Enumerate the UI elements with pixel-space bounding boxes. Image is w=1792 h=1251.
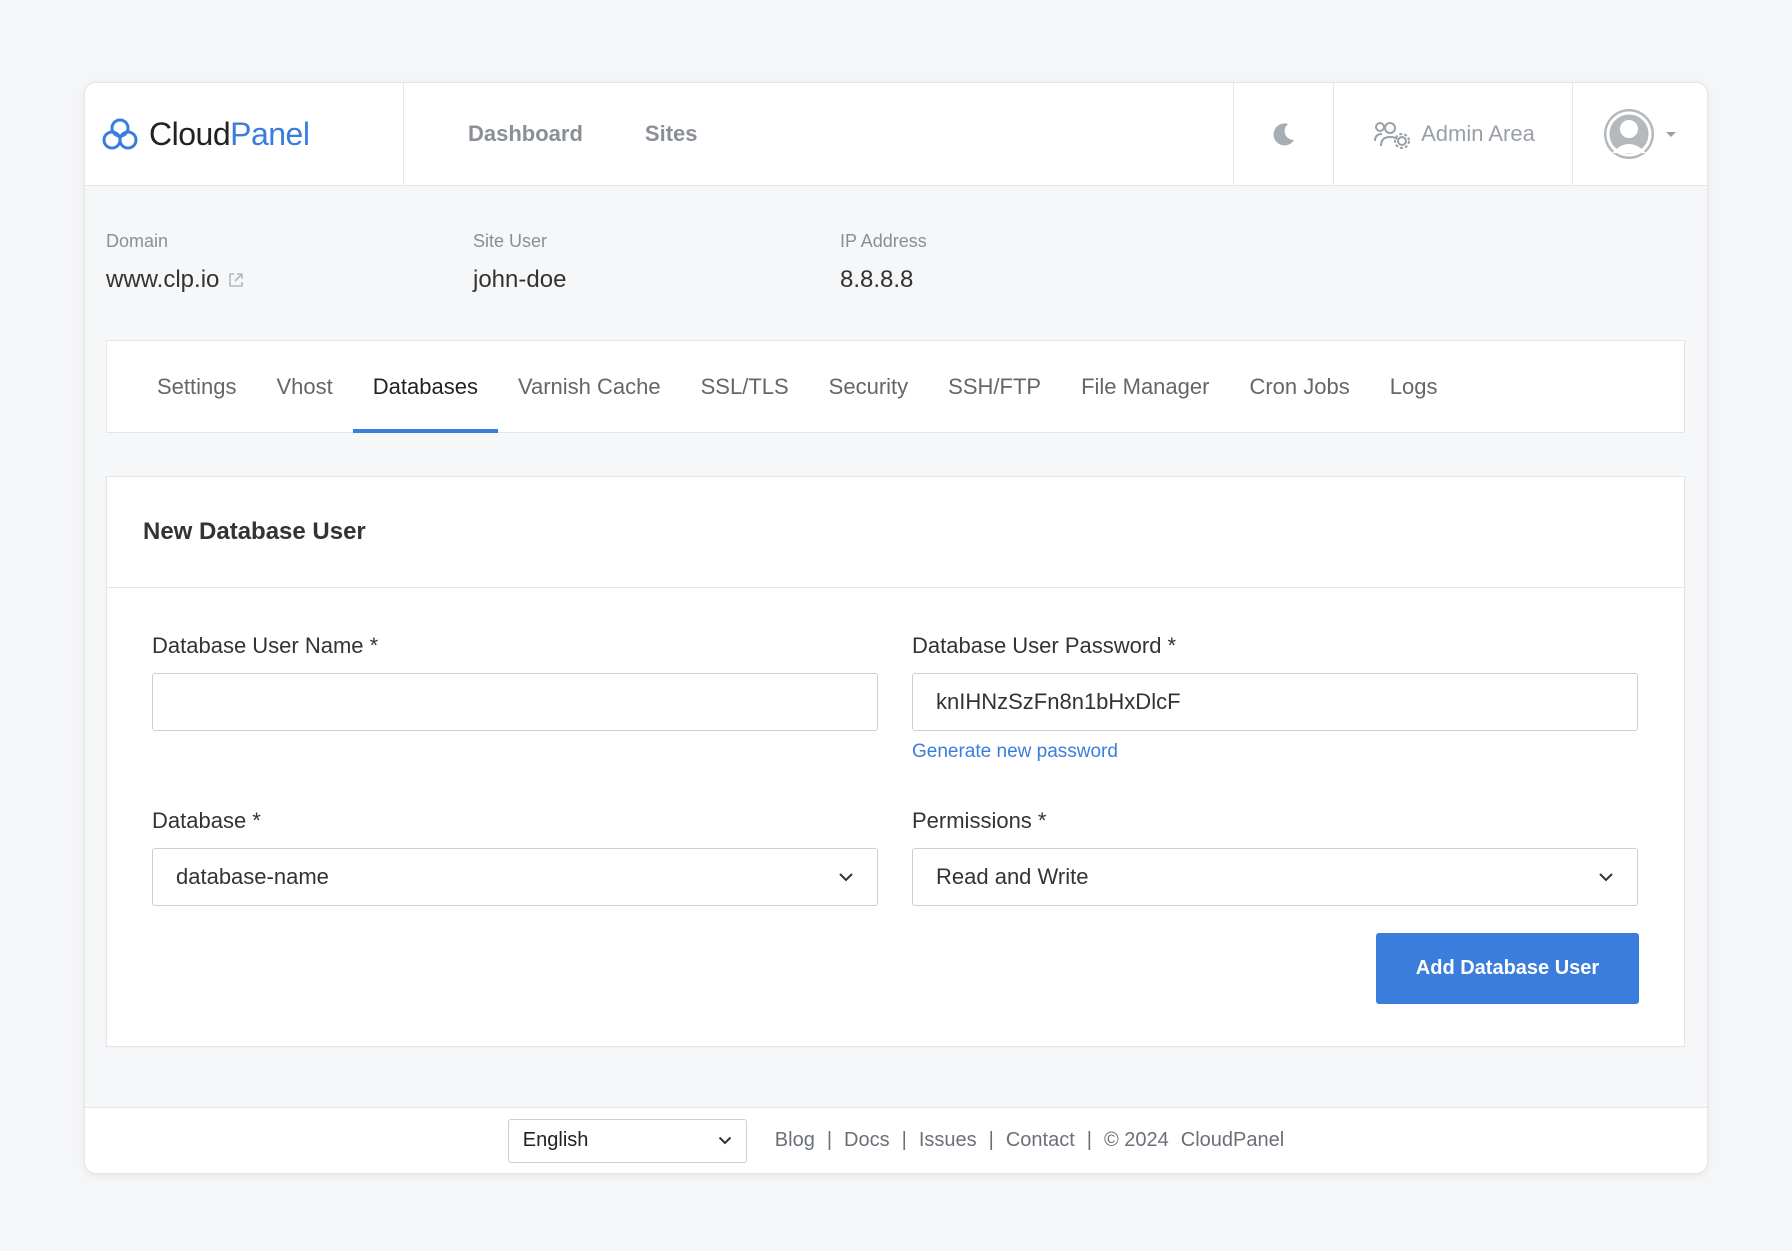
domain-info: Domain www.clp.io (106, 231, 473, 294)
footer-links: Blog | Docs | Issues | Contact | © 2024 … (775, 1129, 1284, 1152)
ip-value: 8.8.8.8 (840, 266, 914, 293)
footer-separator: | (1086, 1129, 1092, 1151)
site-user-info: Site User john-doe (473, 231, 840, 294)
site-info: Domain www.clp.io Site User john-doe IP … (106, 231, 1207, 294)
brand-name-part1: Cloud (149, 115, 231, 152)
user-menu-button[interactable] (1572, 83, 1707, 185)
username-field: Database User Name * (152, 633, 878, 731)
footer-link-docs[interactable]: Docs (844, 1129, 890, 1152)
username-label: Database User Name * (152, 633, 379, 658)
tab-vhost[interactable]: Vhost (257, 341, 353, 432)
theme-toggle-button[interactable] (1233, 83, 1333, 185)
username-input[interactable] (152, 673, 878, 731)
password-label: Database User Password * (912, 633, 1177, 658)
tab-security[interactable]: Security (809, 341, 928, 432)
password-input[interactable]: knIHNzSzFn8n1bHxDlcF (912, 673, 1638, 731)
brand-logo[interactable]: CloudPanel (85, 83, 404, 185)
database-select-value: database-name (176, 864, 329, 889)
domain-value: www.clp.io (106, 266, 473, 294)
admin-area-button[interactable]: Admin Area (1333, 83, 1572, 185)
chevron-down-icon (718, 1136, 732, 1145)
tab-file-manager[interactable]: File Manager (1061, 341, 1229, 432)
tab-cron-jobs[interactable]: Cron Jobs (1229, 341, 1369, 432)
footer-link-contact[interactable]: Contact (1006, 1129, 1075, 1152)
domain-label: Domain (106, 231, 169, 251)
footer-separator: | (988, 1129, 994, 1151)
add-database-user-button[interactable]: Add Database User (1376, 933, 1639, 1004)
tab-ssl-tls[interactable]: SSL/TLS (681, 341, 809, 432)
moon-icon (1273, 123, 1294, 146)
password-field: Database User Password * knIHNzSzFn8n1bH… (912, 633, 1638, 763)
top-header: CloudPanel Dashboard Sites Admin Area (85, 83, 1707, 186)
app-window: CloudPanel Dashboard Sites Admin Area Do… (84, 82, 1708, 1174)
brand-name: CloudPanel (149, 115, 310, 153)
nav-dashboard[interactable]: Dashboard (468, 121, 583, 147)
database-select[interactable]: database-name (152, 848, 878, 906)
external-link-icon[interactable] (227, 271, 245, 289)
permissions-field: Permissions * Read and Write (912, 808, 1638, 906)
database-field: Database * database-name (152, 808, 878, 906)
main-nav: Dashboard Sites (404, 83, 1233, 185)
permissions-label: Permissions * (912, 808, 1047, 833)
tab-ssh-ftp[interactable]: SSH/FTP (928, 341, 1061, 432)
ip-info: IP Address 8.8.8.8 (840, 231, 1207, 294)
domain-link[interactable]: www.clp.io (106, 266, 219, 294)
footer-brand: CloudPanel (1180, 1129, 1285, 1151)
permissions-select[interactable]: Read and Write (912, 848, 1638, 906)
card-title: New Database User (107, 477, 1684, 588)
footer-link-issues[interactable]: Issues (919, 1129, 977, 1152)
users-cog-icon (1374, 122, 1411, 149)
nav-sites[interactable]: Sites (645, 121, 698, 147)
generate-password-link[interactable]: Generate new password (912, 741, 1118, 763)
chevron-down-icon (1666, 131, 1676, 137)
ip-label: IP Address (840, 231, 927, 251)
brand-name-part2: Panel (230, 115, 310, 152)
tab-logs[interactable]: Logs (1370, 341, 1458, 432)
cloud-logo-icon (102, 118, 138, 150)
permissions-select-value: Read and Write (936, 864, 1089, 889)
tab-databases[interactable]: Databases (352, 341, 499, 433)
admin-area-label: Admin Area (1421, 121, 1535, 146)
chevron-down-icon (1599, 873, 1613, 882)
tab-varnish-cache[interactable]: Varnish Cache (498, 341, 681, 432)
footer-separator: | (826, 1129, 833, 1151)
footer: English Blog | Docs | Issues | Contact |… (85, 1107, 1707, 1173)
site-user-value: john-doe (473, 266, 567, 293)
language-select[interactable]: English (507, 1118, 747, 1163)
site-tabs: Settings Vhost Databases Varnish Cache S… (106, 340, 1685, 433)
footer-link-blog[interactable]: Blog (775, 1129, 815, 1152)
database-label: Database * (152, 808, 261, 833)
user-avatar-icon (1604, 109, 1654, 159)
new-database-user-card: New Database User Database User Name * D… (106, 476, 1685, 1047)
avatar (1604, 109, 1654, 159)
footer-separator: | (901, 1129, 907, 1151)
language-select-value: English (522, 1129, 589, 1151)
footer-copyright: © 2024 (1103, 1129, 1169, 1151)
chevron-down-icon (839, 873, 853, 882)
site-user-label: Site User (473, 231, 548, 251)
tab-settings[interactable]: Settings (137, 341, 257, 432)
